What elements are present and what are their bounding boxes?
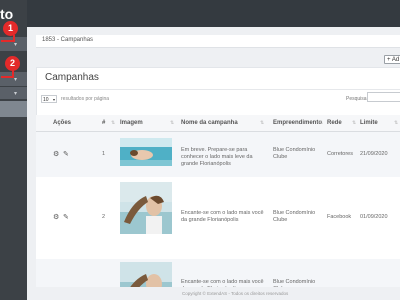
sidebar-item-campanhas[interactable]	[0, 101, 27, 117]
campaign-name: Encante-se com o lado mais você da grand…	[181, 210, 264, 223]
sort-icon: ⇅	[319, 120, 324, 126]
empreendimento: Blue Condomínio Clube	[273, 210, 316, 223]
rede: Corretores	[327, 151, 353, 157]
column-header-rede[interactable]: Rede	[327, 120, 342, 126]
column-header-imagem[interactable]: Imagem	[120, 120, 143, 126]
page-length-label: resultados por página	[61, 96, 110, 102]
table-row: ⚙ ✎ 1 Em breve. Prepare-se para conhecer…	[36, 132, 400, 178]
sort-icon: ⇅	[352, 120, 357, 126]
sort-icon: ⇅	[394, 120, 399, 126]
row-id: 1	[102, 151, 106, 157]
row-id: 2	[102, 214, 106, 220]
column-header-limite[interactable]: Limite	[360, 120, 378, 126]
divider	[37, 89, 400, 90]
rede: Facebook	[327, 214, 352, 220]
column-header-nome[interactable]: Nome da campanha	[181, 120, 238, 126]
footer-copyright: Copyright © ExtendAS - Todos os direitos…	[182, 291, 289, 296]
pencil-icon[interactable]: ✎	[63, 213, 69, 221]
limite: 21/09/2020	[360, 151, 388, 157]
sort-icon: ⇅	[111, 120, 116, 126]
table-header: Ações # ⇅ Imagem ⇅ Nome da campanha ⇅ Em…	[36, 115, 400, 132]
sort-icon: ⇅	[260, 120, 265, 126]
pencil-icon[interactable]: ✎	[63, 150, 69, 158]
chevron-down-icon: ▾	[14, 42, 18, 48]
brand-logo: to	[0, 6, 14, 22]
campaign-image	[120, 138, 172, 166]
chevron-down-icon: ▾	[14, 91, 18, 97]
sort-icon: ⇅	[170, 120, 175, 126]
column-header-acoes[interactable]: Ações	[53, 120, 71, 126]
page-length-value: 10	[43, 97, 49, 103]
gear-icon[interactable]: ⚙	[53, 150, 59, 158]
sidebar-item-submenu[interactable]: ▾	[0, 87, 27, 99]
campaign-name: Em breve. Prepare-se para conhecer o lad…	[181, 147, 253, 167]
annotation-marker-1: 1	[3, 21, 18, 36]
add-campaign-button[interactable]: + Ad	[384, 55, 400, 64]
chevron-down-icon: ▾	[14, 77, 18, 83]
callout-line	[1, 40, 13, 42]
empreendimento: Blue Condomínio Clube	[273, 147, 316, 160]
annotation-marker-2: 2	[5, 56, 20, 71]
top-navbar	[0, 0, 400, 27]
breadcrumb: 1853 - Campanhas	[42, 37, 94, 43]
search-label: Pesquisar	[346, 96, 369, 102]
chevron-down-icon: ▾	[52, 97, 55, 102]
footer: Copyright © ExtendAS - Todos os direitos…	[27, 287, 400, 300]
page-title: Campanhas	[45, 72, 99, 83]
search-input[interactable]	[367, 92, 400, 102]
breadcrumb-bar: 1853 - Campanhas	[36, 35, 400, 48]
gear-icon[interactable]: ⚙	[53, 213, 59, 221]
sidebar: ▾ ▾ ▾	[0, 0, 27, 300]
page-length-select[interactable]: 10 ▾	[41, 95, 57, 103]
column-header-id[interactable]: #	[102, 120, 105, 126]
table-row: ⚙ ✎ 2 Encante-se com o lado mais você da…	[36, 177, 400, 260]
campaign-image	[120, 182, 172, 234]
main-content: 1853 - Campanhas + Ad Campanhas 10 ▾ res…	[27, 27, 400, 300]
callout-line	[13, 35, 15, 42]
limite: 01/09/2020	[360, 214, 388, 220]
column-header-empreendimento[interactable]: Empreendimento	[273, 120, 322, 126]
